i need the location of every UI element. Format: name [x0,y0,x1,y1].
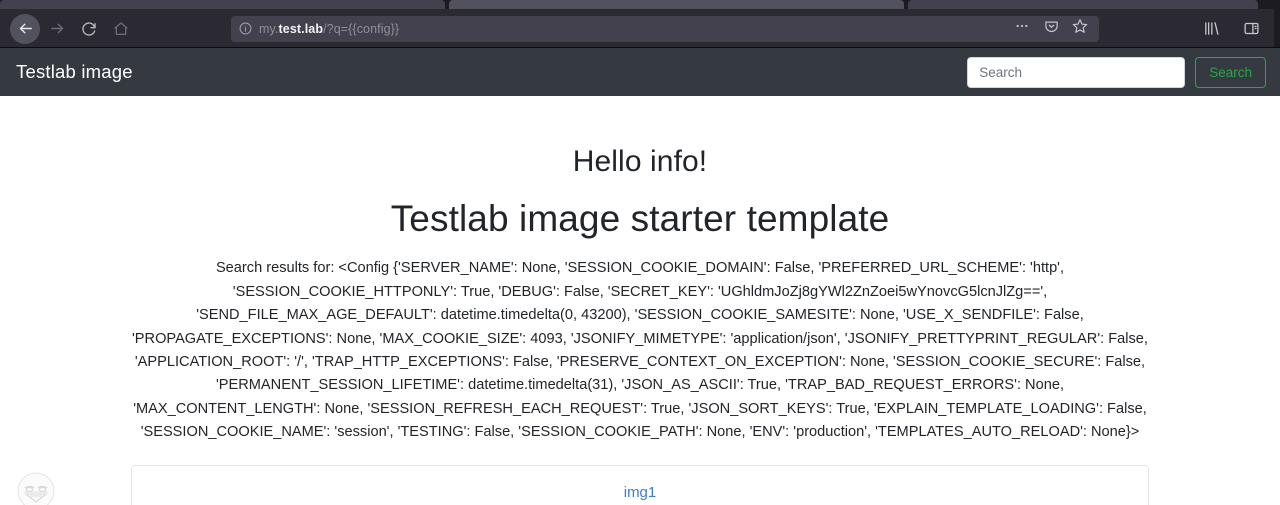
page-body: Hello info! Testlab image starter templa… [0,96,1280,505]
library-icon [1203,20,1220,37]
library-button[interactable] [1196,14,1226,44]
forward-button[interactable] [42,14,72,44]
reload-icon [81,21,97,37]
chrome-right-edge [1274,9,1280,47]
toolbar-right-icons [1180,14,1270,44]
brand-title: Testlab image [16,61,133,82]
forward-arrow-icon [49,20,66,37]
back-arrow-icon [17,20,34,37]
url-suffix: /?q={{config}} [323,21,400,36]
img1-link[interactable]: img1 [624,484,657,501]
image-card: img1 [131,464,1149,505]
page-actions-button[interactable] [1011,18,1033,40]
ellipsis-icon [1014,18,1030,39]
mask-watermark-icon [16,471,56,505]
urlbar-container: my.test.lab/?q={{config}} [138,15,1178,42]
bookmark-button[interactable] [1069,18,1091,40]
tab-item[interactable] [908,0,1258,9]
pocket-save-icon [1044,19,1059,39]
back-button[interactable] [10,13,40,44]
page-greeting: Hello info! [572,145,708,178]
url-prefix: my. [259,21,279,36]
star-icon [1072,18,1088,39]
tab-strip [0,0,1280,9]
pocket-save-button[interactable] [1040,18,1062,40]
tab-item-active[interactable] [449,0,904,9]
tab-item[interactable] [0,0,445,9]
search-input[interactable] [967,56,1186,88]
home-icon [113,21,129,37]
browser-chrome: my.test.lab/?q={{config}} [0,0,1280,48]
sidebar-toggle-button[interactable] [1236,14,1266,44]
reload-button[interactable] [74,14,104,44]
site-navbar: Testlab image Search [0,48,1280,96]
home-button[interactable] [106,14,136,44]
search-results-config-text: Search results for: <Config {'SERVER_NAM… [132,260,1148,441]
address-bar[interactable]: my.test.lab/?q={{config}} [231,15,1099,42]
search-button[interactable]: Search [1195,56,1266,88]
url-text: my.test.lab/?q={{config}} [259,22,1004,36]
search-form: Search [967,56,1266,88]
sidebar-toggle-icon [1243,20,1260,37]
content-container: Hello info! Testlab image starter templa… [0,96,1280,505]
navigation-toolbar: my.test.lab/?q={{config}} [0,9,1280,48]
site-info-icon[interactable] [239,22,252,35]
page-title: Testlab image starter template [390,198,890,239]
url-host: test.lab [278,21,324,36]
